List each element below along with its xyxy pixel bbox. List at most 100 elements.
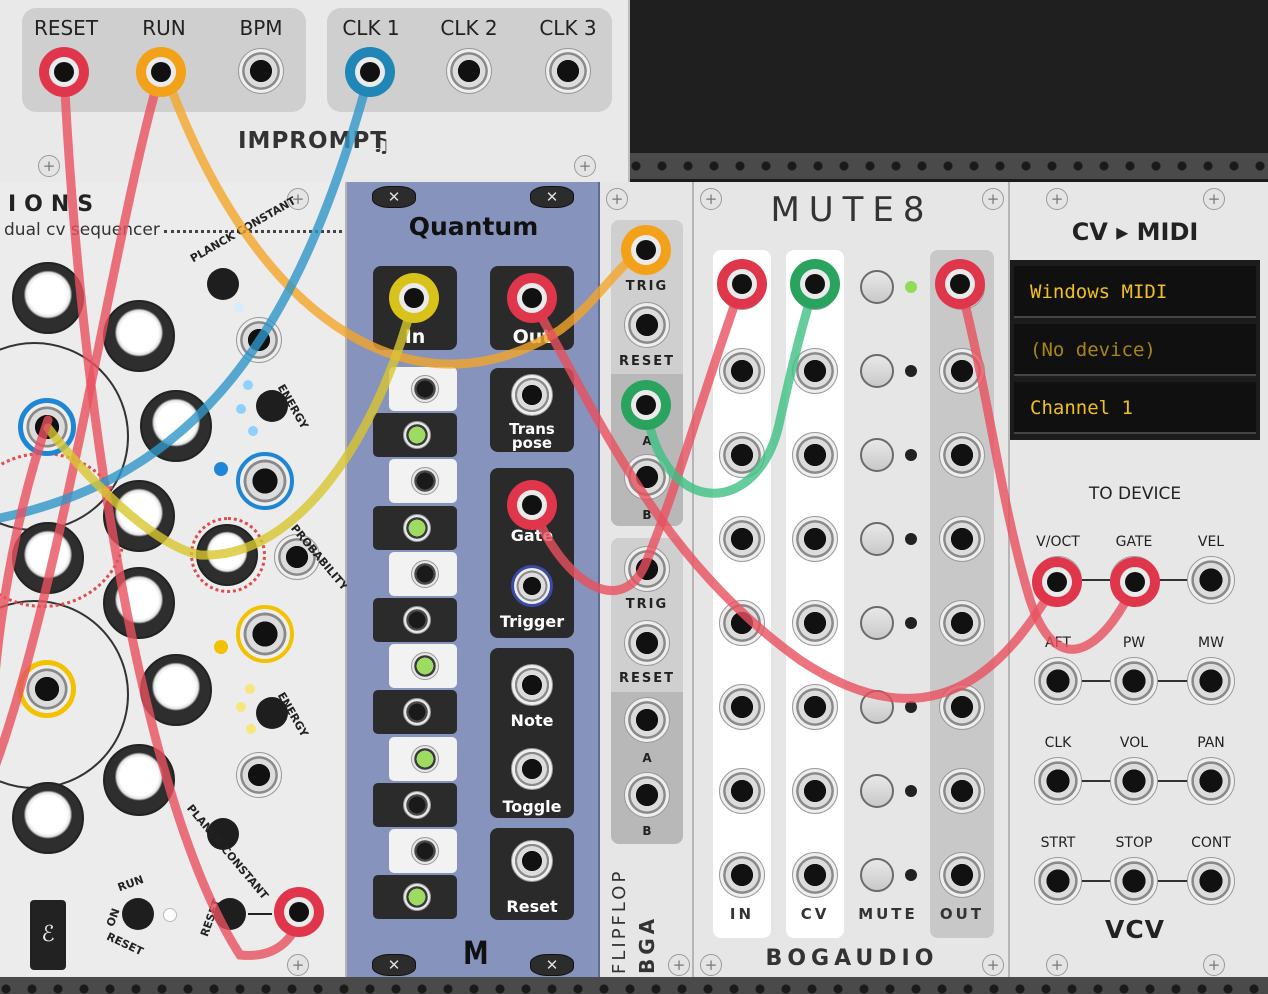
mute8-in-jack[interactable] xyxy=(719,264,765,310)
ions-knob[interactable] xyxy=(12,262,84,334)
cvmidi-jack[interactable] xyxy=(1110,556,1158,604)
mute-button[interactable] xyxy=(860,858,894,892)
mute8-in-jack[interactable] xyxy=(719,600,765,646)
mute8-in-jack[interactable] xyxy=(719,852,765,898)
mute8-in-jack[interactable] xyxy=(719,348,765,394)
cvmidi-jack[interactable] xyxy=(1187,556,1235,604)
semitone-led-off[interactable] xyxy=(411,375,439,403)
planck-knob-1[interactable] xyxy=(207,268,239,300)
cvmidi-jack[interactable] xyxy=(1034,657,1082,705)
cvmidi-jack[interactable] xyxy=(1110,757,1158,805)
mute8-cv-jack[interactable] xyxy=(792,852,838,898)
flipflop-reset-jack[interactable] xyxy=(624,302,670,348)
trigger-jack[interactable] xyxy=(511,565,553,607)
ions-jack[interactable] xyxy=(236,317,282,363)
col-mute-label: MUTE xyxy=(858,905,918,923)
bpm-jack[interactable] xyxy=(238,48,284,94)
trig-label: TRIG xyxy=(625,279,669,294)
mute-button[interactable] xyxy=(860,270,894,304)
semitone-led-on[interactable] xyxy=(411,652,439,681)
ions-knob[interactable] xyxy=(12,522,84,594)
out-a-jack-2[interactable] xyxy=(624,697,670,743)
probability-knob[interactable] xyxy=(196,524,258,586)
midi-channel-select[interactable]: Channel 1 xyxy=(1014,382,1256,434)
mute8-in-jack[interactable] xyxy=(719,516,765,562)
quantum-module[interactable]: ✕ ✕ ✕ ✕ Quantum In Out Trans pose Gate T… xyxy=(347,182,600,977)
mute8-cv-jack[interactable] xyxy=(792,264,838,310)
cvmidi-jack[interactable] xyxy=(1110,857,1158,905)
mute8-out-jack[interactable] xyxy=(939,852,985,898)
semitone-led-on[interactable] xyxy=(411,744,439,773)
semitone-led-on[interactable] xyxy=(403,883,431,912)
mute-button[interactable] xyxy=(860,690,894,724)
ions-knob[interactable] xyxy=(140,654,212,726)
ions-sequencer-module[interactable]: IONS dual cv sequencer + + PLANCK CONSTA… xyxy=(0,182,351,977)
mute8-in-jack[interactable] xyxy=(719,432,765,478)
cvmidi-jack[interactable] xyxy=(1034,556,1082,604)
ions-yellow-ring-jack[interactable] xyxy=(236,605,294,663)
vcv-rack-workspace[interactable]: RESET RUN BPM CLK 1 CLK 2 CLK 3 IMPROMPT… xyxy=(0,0,1268,994)
semitone-led-on[interactable] xyxy=(403,421,431,450)
mute8-out-jack[interactable] xyxy=(939,264,985,310)
midi-driver-select[interactable]: Windows MIDI xyxy=(1014,266,1256,318)
ions-blue-output-jack[interactable] xyxy=(18,398,76,456)
semitone-led-on[interactable] xyxy=(403,513,431,542)
mute8-in-jack[interactable] xyxy=(719,684,765,730)
toggle-jack[interactable] xyxy=(511,748,553,790)
flipflop-module[interactable]: + + TRIG RESET A B TRIG RESET A B FLIPFL… xyxy=(600,182,694,977)
impromptu-clock-module[interactable]: RESET RUN BPM CLK 1 CLK 2 CLK 3 IMPROMPT… xyxy=(0,0,630,182)
ions-knob[interactable] xyxy=(140,390,212,462)
ions-knob[interactable] xyxy=(12,782,84,854)
mute8-out-jack[interactable] xyxy=(939,684,985,730)
semitone-led-off[interactable] xyxy=(411,837,439,865)
mute8-out-jack[interactable] xyxy=(939,768,985,814)
mute8-title: MUTE8 xyxy=(770,190,934,230)
mute-button[interactable] xyxy=(860,354,894,388)
mute8-out-jack[interactable] xyxy=(939,348,985,394)
ions-blue-ring-jack[interactable] xyxy=(236,452,294,510)
cvmidi-jack[interactable] xyxy=(1034,757,1082,805)
mute-button[interactable] xyxy=(860,774,894,808)
semitone-led-off[interactable] xyxy=(403,790,431,819)
cvmidi-jack[interactable] xyxy=(1034,857,1082,905)
on-label: ON xyxy=(104,906,123,929)
mute8-cv-jack[interactable] xyxy=(792,348,838,394)
mute8-in-jack[interactable] xyxy=(719,768,765,814)
clk3-jack[interactable] xyxy=(545,48,591,94)
ions-knob[interactable] xyxy=(103,300,175,372)
mute-button[interactable] xyxy=(860,522,894,556)
mute8-cv-jack[interactable] xyxy=(792,516,838,562)
quantum-reset-jack[interactable] xyxy=(511,840,553,882)
transpose-jack[interactable] xyxy=(511,374,553,416)
ions-knob[interactable] xyxy=(103,744,175,816)
note-jack[interactable] xyxy=(511,664,553,706)
ions-jack[interactable] xyxy=(236,752,282,798)
mute8-cv-jack[interactable] xyxy=(792,600,838,646)
cvmidi-jack[interactable] xyxy=(1110,657,1158,705)
ions-knob[interactable] xyxy=(103,480,175,552)
clk2-jack[interactable] xyxy=(446,48,492,94)
cv-midi-module[interactable]: + + + + CV ▸ MIDI Windows MIDI (No devic… xyxy=(1010,182,1268,977)
mute-button[interactable] xyxy=(860,438,894,472)
mute8-cv-jack[interactable] xyxy=(792,768,838,814)
cvmidi-jack[interactable] xyxy=(1187,657,1235,705)
midi-device-select[interactable]: (No device) xyxy=(1014,324,1256,376)
trig-jack-2[interactable] xyxy=(624,546,670,592)
semitone-led-off[interactable] xyxy=(411,559,439,588)
cvmidi-jack[interactable] xyxy=(1187,857,1235,905)
mute8-out-jack[interactable] xyxy=(939,600,985,646)
semitone-led-off[interactable] xyxy=(403,606,431,634)
ions-knob[interactable] xyxy=(103,567,175,639)
ions-yellow-output-jack[interactable] xyxy=(18,660,76,718)
out-b-jack[interactable] xyxy=(624,454,670,500)
run-knob[interactable] xyxy=(122,898,154,930)
mute8-out-jack[interactable] xyxy=(939,516,985,562)
mute8-module[interactable]: + + + + MUTE8 IN CV MUTE OUT BOGAUDIO xyxy=(694,182,1010,977)
mute8-out-jack[interactable] xyxy=(939,432,985,478)
mute8-cv-jack[interactable] xyxy=(792,432,838,478)
cvmidi-jack[interactable] xyxy=(1187,757,1235,805)
mute-button[interactable] xyxy=(860,606,894,640)
flipflop-reset-jack-2[interactable] xyxy=(624,620,670,666)
mute8-cv-jack[interactable] xyxy=(792,684,838,730)
out-b-jack-2[interactable] xyxy=(624,772,670,818)
